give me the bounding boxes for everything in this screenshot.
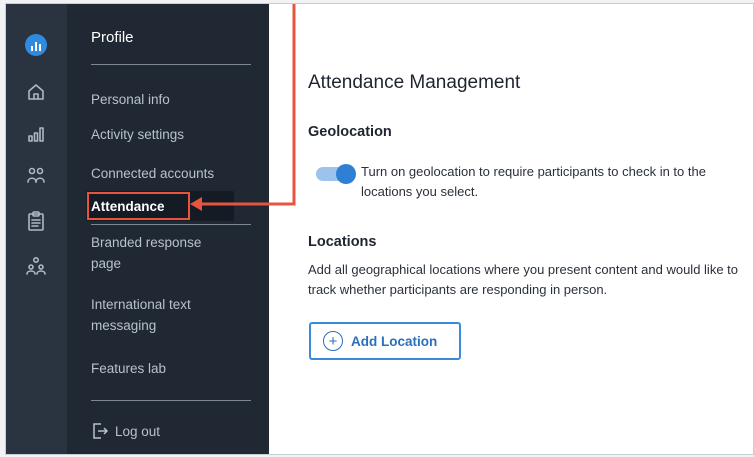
users-icon[interactable]	[24, 164, 48, 188]
divider	[91, 224, 251, 225]
geolocation-heading: Geolocation	[308, 124, 392, 140]
sidebar-item-branded-response-page[interactable]: Branded response page	[91, 232, 221, 274]
toggle-knob	[336, 164, 356, 184]
bar-chart-icon[interactable]	[24, 122, 48, 146]
sidebar-title: Profile	[91, 29, 134, 46]
logout-icon	[93, 423, 109, 439]
app-window: Profile Personal info Activity settings …	[5, 3, 754, 455]
locations-heading: Locations	[308, 234, 377, 250]
icon-rail	[6, 4, 67, 454]
divider	[91, 64, 251, 65]
logout-label: Log out	[115, 423, 161, 439]
sidebar-item-features-lab[interactable]: Features lab	[91, 358, 256, 379]
sidebar-item-connected-accounts[interactable]: Connected accounts	[91, 163, 256, 184]
highlight-callout-box	[87, 192, 190, 220]
geolocation-toggle[interactable]	[316, 164, 356, 184]
sidebar-item-activity-settings[interactable]: Activity settings	[91, 124, 256, 145]
locations-description: Add all geographical locations where you…	[308, 262, 738, 297]
main-content: Attendance Management Geolocation Turn o…	[269, 4, 753, 454]
clipboard-icon[interactable]	[24, 209, 48, 233]
plus-circle-icon: +	[323, 331, 343, 351]
sidebar-item-personal-info[interactable]: Personal info	[91, 89, 256, 110]
sidebar-item-international-text-messaging[interactable]: International text messaging	[91, 294, 221, 336]
geolocation-description: Turn on geolocation to require participa…	[361, 164, 706, 199]
profile-sidebar: Profile Personal info Activity settings …	[67, 4, 269, 454]
home-icon[interactable]	[24, 80, 48, 104]
divider	[91, 400, 251, 401]
add-location-button[interactable]: + Add Location	[309, 322, 461, 360]
page-title: Attendance Management	[308, 72, 521, 93]
logo-icon[interactable]	[25, 34, 47, 56]
audience-icon[interactable]	[24, 254, 48, 278]
add-location-label: Add Location	[351, 333, 438, 349]
logout-button[interactable]: Log out	[91, 422, 160, 440]
